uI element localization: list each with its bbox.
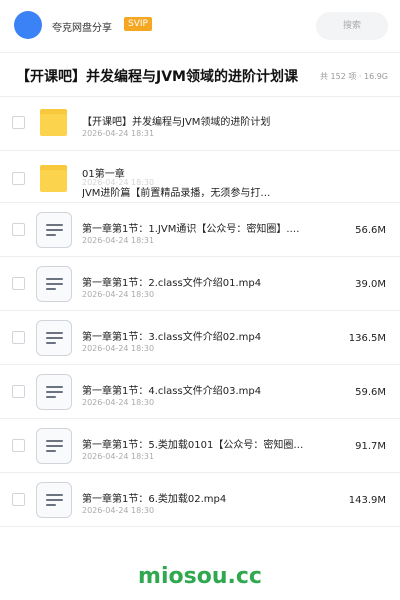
file-name: 第一章第1节：6.类加载02.mp4 bbox=[82, 494, 227, 505]
app-name: 夸克网盘分享 bbox=[52, 23, 112, 34]
file-size: 39.0M bbox=[355, 279, 386, 290]
list-item[interactable]: 第一章第1节：1.JVM通识【公众号：密知圈】.… 2026-04-24 18:… bbox=[0, 203, 400, 257]
top-bar: 夸克网盘分享 SVIP 搜索 bbox=[0, 0, 400, 52]
file-size: 56.6M bbox=[355, 225, 386, 236]
document-icon bbox=[36, 320, 72, 356]
avatar[interactable] bbox=[14, 11, 42, 39]
checkbox[interactable] bbox=[12, 331, 25, 344]
file-size: 143.9M bbox=[348, 495, 386, 506]
checkbox[interactable] bbox=[12, 439, 25, 452]
list-item[interactable]: 第一章第1节：5.类加载0101【公众号：密知圈… 2026-04-24 18:… bbox=[0, 419, 400, 473]
search-input[interactable]: 搜索 bbox=[316, 12, 388, 40]
file-date: 2026-04-24 18:31 bbox=[82, 236, 155, 245]
page-title: 【开课吧】并发编程与JVM领域的进阶计划课 bbox=[16, 69, 298, 85]
document-icon bbox=[36, 428, 72, 464]
file-date: 2026-04-24 18:31 bbox=[82, 452, 155, 461]
svip-badge: SVIP bbox=[124, 17, 152, 31]
folder-subtitle: JVM进阶篇【前置精品录播，无须参与打… bbox=[82, 188, 271, 199]
share-header: 【开课吧】并发编程与JVM领域的进阶计划课 共 152 项 · 16.9G bbox=[0, 52, 400, 97]
list-item[interactable]: 第一章第1节：4.class文件介绍03.mp4 2026-04-24 18:3… bbox=[0, 365, 400, 419]
document-icon bbox=[36, 212, 72, 248]
file-date: 2026-04-24 18:31 bbox=[82, 129, 155, 138]
document-icon bbox=[36, 374, 72, 410]
file-name: 第一章第1节：1.JVM通识【公众号：密知圈】.… bbox=[82, 224, 300, 235]
file-date: 2026-04-24 18:30 bbox=[82, 290, 155, 299]
watermark: miosou.cc bbox=[138, 564, 262, 589]
file-date: 2026-04-24 18:30 bbox=[82, 344, 155, 353]
document-icon bbox=[36, 266, 72, 302]
file-size: 136.5M bbox=[348, 333, 386, 344]
file-date: 2026-04-24 18:30 bbox=[82, 398, 155, 407]
file-name: 第一章第1节：5.类加载0101【公众号：密知圈… bbox=[82, 440, 304, 451]
file-size: 59.6M bbox=[355, 387, 386, 398]
file-name: 第一章第1节：3.class文件介绍02.mp4 bbox=[82, 332, 262, 343]
list-item[interactable]: 第一章第1节：3.class文件介绍02.mp4 2026-04-24 18:3… bbox=[0, 311, 400, 365]
document-icon bbox=[36, 482, 72, 518]
file-size: 91.7M bbox=[355, 441, 386, 452]
list-item[interactable]: 【开课吧】并发编程与JVM领域的进阶计划 2026-04-24 18:31 bbox=[0, 97, 400, 151]
checkbox[interactable] bbox=[12, 385, 25, 398]
file-date: 2026-04-24 18:30 bbox=[82, 506, 155, 515]
list-item[interactable]: 第一章第1节：6.类加载02.mp4 2026-04-24 18:30 143.… bbox=[0, 473, 400, 527]
list-item[interactable]: 第一章第1节：2.class文件介绍01.mp4 2026-04-24 18:3… bbox=[0, 257, 400, 311]
folder-icon bbox=[40, 109, 67, 136]
file-list: 【开课吧】并发编程与JVM领域的进阶计划 2026-04-24 18:31 01… bbox=[0, 97, 400, 527]
checkbox[interactable] bbox=[12, 277, 25, 290]
checkbox[interactable] bbox=[12, 116, 25, 129]
checkbox[interactable] bbox=[12, 493, 25, 506]
checkbox[interactable] bbox=[12, 223, 25, 236]
file-name: 【开课吧】并发编程与JVM领域的进阶计划 bbox=[82, 117, 271, 128]
file-name: 第一章第1节：4.class文件介绍03.mp4 bbox=[82, 386, 262, 397]
checkbox[interactable] bbox=[12, 172, 25, 185]
file-name: 第一章第1节：2.class文件介绍01.mp4 bbox=[82, 278, 262, 289]
folder-icon bbox=[40, 165, 67, 192]
list-item[interactable]: 01第一章 2026-04-24 18:30 JVM进阶篇【前置精品录播，无须参… bbox=[0, 151, 400, 203]
item-count: 共 152 项 · 16.9G bbox=[318, 71, 388, 82]
